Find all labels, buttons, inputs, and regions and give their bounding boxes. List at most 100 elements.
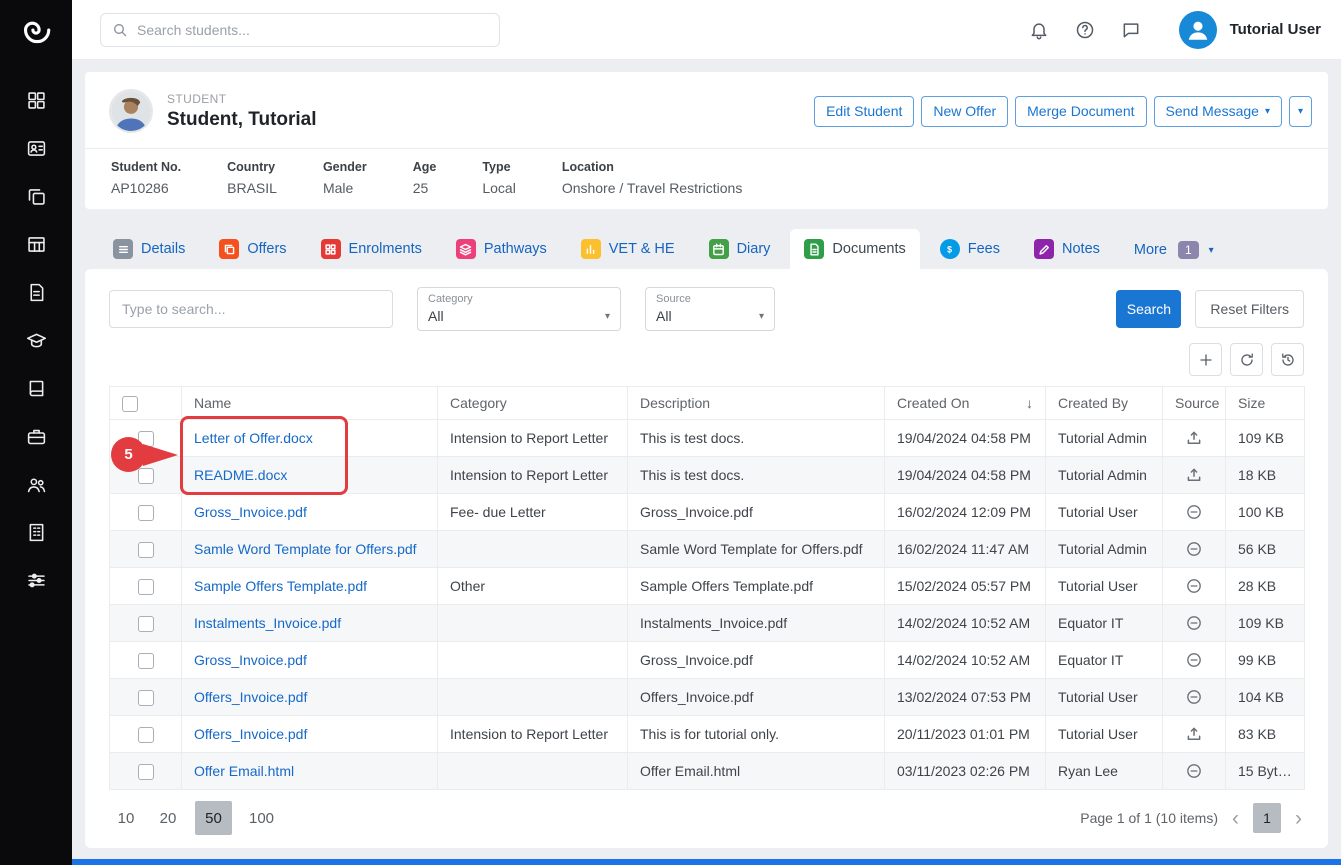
- sidebar-item-agents[interactable]: [26, 474, 47, 495]
- name-cell: Offers_Invoice.pdf: [182, 716, 438, 753]
- column-header-name[interactable]: Name: [182, 387, 438, 420]
- row-checkbox[interactable]: [138, 764, 154, 780]
- column-header-size[interactable]: Size: [1226, 387, 1305, 420]
- row-checkbox[interactable]: [138, 653, 154, 669]
- table-row: Letter of Offer.docx Intension to Report…: [110, 420, 1305, 457]
- table-row: Offers_Invoice.pdf Offers_Invoice.pdf 13…: [110, 679, 1305, 716]
- tab-details[interactable]: Details: [99, 229, 199, 269]
- description-cell: Instalments_Invoice.pdf: [628, 605, 885, 642]
- document-link[interactable]: Offers_Invoice.pdf: [194, 726, 307, 742]
- info-value: AP10286: [111, 180, 181, 196]
- document-link[interactable]: Gross_Invoice.pdf: [194, 652, 307, 668]
- link-icon: [1185, 688, 1203, 706]
- source-select[interactable]: Source All ▾: [645, 287, 775, 331]
- app-logo[interactable]: [0, 0, 72, 60]
- column-header-category[interactable]: Category: [438, 387, 628, 420]
- column-header-description[interactable]: Description: [628, 387, 885, 420]
- select-all-checkbox[interactable]: [122, 396, 138, 412]
- add-document-button[interactable]: [1189, 343, 1222, 376]
- notifications-bell-icon[interactable]: [1029, 20, 1049, 40]
- new-offer-button[interactable]: New Offer: [921, 96, 1008, 127]
- tab-notes[interactable]: Notes: [1020, 229, 1114, 269]
- documents-search-input[interactable]: [109, 290, 393, 328]
- row-checkbox[interactable]: [138, 542, 154, 558]
- chat-icon[interactable]: [1121, 20, 1141, 40]
- created-on-cell: 16/02/2024 11:47 AM: [885, 531, 1046, 568]
- page-size-100[interactable]: 100: [244, 801, 279, 835]
- sidebar-item-students[interactable]: [26, 138, 47, 159]
- refresh-button[interactable]: [1230, 343, 1263, 376]
- document-link[interactable]: README.docx: [194, 467, 287, 483]
- topbar: Tutorial User: [72, 0, 1341, 60]
- row-checkbox[interactable]: [138, 468, 154, 484]
- created-on-cell: 14/02/2024 10:52 AM: [885, 642, 1046, 679]
- tab-vet-he[interactable]: VET & HE: [567, 229, 689, 269]
- page-size-50[interactable]: 50: [195, 801, 232, 835]
- sidebar-item-enrolments[interactable]: [26, 234, 47, 255]
- info-value: Local: [482, 180, 515, 196]
- send-message-button[interactable]: Send Message ▾: [1154, 96, 1282, 127]
- student-search-input[interactable]: [137, 22, 488, 38]
- document-link[interactable]: Offer Email.html: [194, 763, 294, 779]
- tab-documents[interactable]: Documents: [790, 229, 919, 269]
- column-header-created-by[interactable]: Created By: [1046, 387, 1163, 420]
- merge-document-button[interactable]: Merge Document: [1015, 96, 1146, 127]
- pathways-icon: [456, 239, 476, 259]
- row-checkbox[interactable]: [138, 727, 154, 743]
- sidebar-item-invoices[interactable]: [26, 282, 47, 303]
- size-cell: 83 KB: [1226, 716, 1305, 753]
- pagination-summary: Page 1 of 1 (10 items): [1080, 810, 1218, 826]
- documents-icon: [804, 239, 824, 259]
- bottom-accent-bar: [72, 859, 1341, 865]
- more-actions-button[interactable]: ▾: [1289, 96, 1312, 127]
- name-cell: Letter of Offer.docx: [182, 420, 438, 457]
- tab-more[interactable]: More1▾: [1120, 231, 1228, 269]
- page-size-10[interactable]: 10: [111, 801, 141, 835]
- column-header-created-on[interactable]: Created On↓: [885, 387, 1046, 420]
- tab-enrolments[interactable]: Enrolments: [307, 229, 436, 269]
- sidebar-item-courses[interactable]: [26, 330, 47, 351]
- sidebar-nav: [0, 60, 72, 591]
- sidebar-item-subjects[interactable]: [26, 378, 47, 399]
- sidebar-item-offers[interactable]: [26, 186, 47, 207]
- current-page-button[interactable]: 1: [1253, 803, 1281, 833]
- row-checkbox[interactable]: [138, 690, 154, 706]
- search-button[interactable]: Search: [1116, 290, 1181, 328]
- source-cell: [1163, 531, 1226, 568]
- reset-filters-button[interactable]: Reset Filters: [1195, 290, 1304, 328]
- created-by-cell: Tutorial User: [1046, 716, 1163, 753]
- info-type: Type Local: [482, 160, 515, 196]
- chevron-right-icon[interactable]: ›: [1295, 808, 1302, 829]
- document-link[interactable]: Offers_Invoice.pdf: [194, 689, 307, 705]
- category-select[interactable]: Category All ▾: [417, 287, 621, 331]
- sidebar-item-settings[interactable]: [26, 570, 47, 591]
- created-on-cell: 19/04/2024 04:58 PM: [885, 457, 1046, 494]
- created-on-cell: 13/02/2024 07:53 PM: [885, 679, 1046, 716]
- document-link[interactable]: Instalments_Invoice.pdf: [194, 615, 341, 631]
- help-icon[interactable]: [1075, 20, 1095, 40]
- document-link[interactable]: Letter of Offer.docx: [194, 430, 313, 446]
- user-menu[interactable]: Tutorial User: [1179, 11, 1321, 49]
- table-row: Sample Offers Template.pdf Other Sample …: [110, 568, 1305, 605]
- tab-fees[interactable]: $Fees: [926, 229, 1014, 269]
- sidebar-item-organisations[interactable]: [26, 522, 47, 543]
- tab-pathways[interactable]: Pathways: [442, 229, 561, 269]
- row-checkbox[interactable]: [138, 616, 154, 632]
- document-link[interactable]: Gross_Invoice.pdf: [194, 504, 307, 520]
- column-header-source[interactable]: Source: [1163, 387, 1226, 420]
- document-link[interactable]: Sample Offers Template.pdf: [194, 578, 367, 594]
- document-link[interactable]: Samle Word Template for Offers.pdf: [194, 541, 417, 557]
- page-size-20[interactable]: 20: [153, 801, 183, 835]
- history-button[interactable]: [1271, 343, 1304, 376]
- chevron-left-icon[interactable]: ‹: [1232, 808, 1239, 829]
- created-on-cell: 20/11/2023 01:01 PM: [885, 716, 1046, 753]
- edit-student-button[interactable]: Edit Student: [814, 96, 914, 127]
- sidebar-item-employers[interactable]: [26, 426, 47, 447]
- tab-offers[interactable]: Offers: [205, 229, 300, 269]
- name-cell: Instalments_Invoice.pdf: [182, 605, 438, 642]
- row-checkbox[interactable]: [138, 505, 154, 521]
- category-cell: Other: [438, 568, 628, 605]
- row-checkbox[interactable]: [138, 579, 154, 595]
- tab-diary[interactable]: Diary: [695, 229, 785, 269]
- sidebar-item-dashboard[interactable]: [26, 90, 47, 111]
